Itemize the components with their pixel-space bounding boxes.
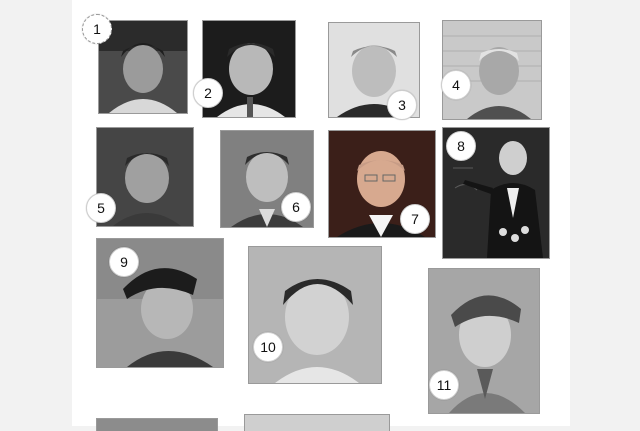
number-badge-2: 2 — [193, 78, 223, 108]
portrait-photo-1 — [98, 20, 188, 114]
number-badge-3: 3 — [387, 90, 417, 120]
number-badge-11: 11 — [429, 370, 459, 400]
number-badge-5: 5 — [86, 193, 116, 223]
portrait-photo-10 — [248, 246, 382, 384]
number-badge-1: 1 — [82, 14, 112, 44]
number-badge-7: 7 — [400, 204, 430, 234]
portrait-photo-partial-right — [244, 414, 390, 431]
number-badge-6: 6 — [281, 192, 311, 222]
portrait-photo-partial-left — [96, 418, 218, 431]
number-badge-8: 8 — [446, 131, 476, 161]
number-badge-10: 10 — [253, 332, 283, 362]
number-badge-4: 4 — [441, 70, 471, 100]
number-badge-9: 9 — [109, 247, 139, 277]
